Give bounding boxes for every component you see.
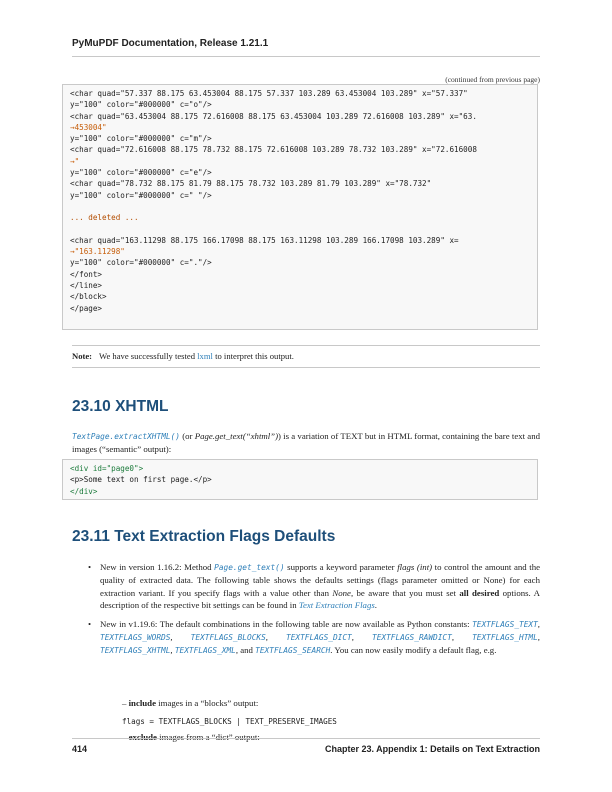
- footer-divider: [72, 738, 540, 739]
- chapter-title: Chapter 23. Appendix 1: Details on Text …: [324, 744, 540, 754]
- exclude-bold: exclude: [128, 732, 157, 742]
- list-item: New in version 1.16.2: Method Page.get_t…: [88, 561, 540, 612]
- const-link-words[interactable]: TEXTFLAGS_WORDS: [100, 633, 170, 642]
- code-line: </font>: [70, 269, 103, 279]
- code-line: </line>: [70, 281, 103, 291]
- code-line: <p>Some text on first page.</p>: [70, 475, 212, 485]
- code-line: </block>: [70, 292, 107, 302]
- section-heading-flags: 23.11 Text Extraction Flags Defaults: [72, 528, 336, 545]
- const-link-xhtml[interactable]: TEXTFLAGS_XHTML: [100, 646, 170, 655]
- code-line: <char quad="163.11298 88.175 166.17098 8…: [70, 235, 459, 245]
- get-text-link[interactable]: Page.get_text(): [214, 563, 284, 572]
- include-rest: images in a “blocks” output:: [155, 698, 259, 708]
- xhtml-description: TextPage.extractXHTML() (or Page.get_tex…: [72, 430, 540, 455]
- bullet1-none-em: None: [332, 587, 351, 598]
- include-bold: include: [128, 698, 156, 708]
- const-link-html[interactable]: TEXTFLAGS_HTML: [472, 633, 538, 642]
- text-extraction-flags-link[interactable]: Text Extraction Flags: [299, 600, 375, 610]
- bullet2-and: , and: [235, 645, 256, 656]
- const-link-search[interactable]: TEXTFLAGS_SEARCH: [255, 646, 330, 655]
- bullet1-text-a: New in version 1.16.2: Method: [100, 562, 215, 572]
- note-label: Note:: [72, 351, 93, 361]
- code-line: <div id="page0">: [70, 464, 144, 473]
- const-link-text[interactable]: TEXTFLAGS_TEXT: [472, 620, 538, 629]
- xhtml-text-1: (or: [179, 431, 195, 441]
- continued-note: (continued from previous page): [445, 75, 540, 84]
- code-line: →"163.11298": [70, 247, 125, 257]
- bullet1-text-b: supports a keyword parameter: [284, 562, 398, 572]
- section-heading-xhtml: 23.10 XHTML: [72, 398, 169, 415]
- code-block-xhtml-example: <div id="page0"> <p>Some text on first pa…: [62, 459, 538, 500]
- list-item: New in v1.19.6: The default combinations…: [88, 618, 540, 658]
- code-line: ... deleted ...: [70, 213, 139, 223]
- exclude-rest: images from a “dict” output:: [156, 732, 260, 742]
- bullet2-text-a: New in v1.19.6: The default combinations…: [100, 618, 473, 629]
- bullet1-bold: all desired: [459, 587, 500, 598]
- code-line: <char quad="78.732 88.175 81.79 88.175 7…: [70, 179, 432, 189]
- header-divider: [72, 56, 540, 57]
- code-block-xml-output: <char quad="57.337 88.175 63.453004 88.1…: [62, 84, 538, 330]
- note-text-pre: We have successfully tested: [99, 351, 196, 361]
- code-line: <char quad="63.453004 88.175 72.616008 8…: [70, 111, 477, 121]
- const-link-xml[interactable]: TEXTFLAGS_XML: [175, 646, 236, 655]
- xhtml-text-em: Page.get_text(“xhtml”): [194, 431, 279, 441]
- code-line: <char quad="57.337 88.175 63.453004 88.1…: [70, 89, 468, 98]
- note-box: Note: We have successfully tested lxml t…: [72, 345, 540, 368]
- const-link-blocks[interactable]: TEXTFLAGS_BLOCKS: [191, 633, 266, 642]
- code-line: y="100" color="#000000" c="."/>: [70, 258, 212, 268]
- flags-bullet-list: New in version 1.16.2: Method Page.get_t…: [88, 561, 540, 664]
- bullet1-flags-em: flags (int): [397, 562, 433, 572]
- running-header: PyMuPDF Documentation, Release 1.21.1: [72, 38, 269, 49]
- code-line: </div>: [70, 486, 98, 496]
- code-line: <char quad="72.616008 88.175 78.732 88.1…: [70, 145, 477, 155]
- note-text-post: to interpret this output.: [215, 351, 294, 361]
- code-line: y="100" color="#000000" c=" "/>: [70, 190, 212, 200]
- code-line: y="100" color="#000000" c="o"/>: [70, 100, 212, 110]
- code-line: y="100" color="#000000" c="e"/>: [70, 168, 212, 178]
- const-link-dict[interactable]: TEXTFLAGS_DICT: [286, 633, 352, 642]
- code-line: →": [70, 156, 80, 166]
- code-line: y="100" color="#000000" c="m"/>: [70, 134, 212, 144]
- code-line: </page>: [70, 303, 103, 313]
- extractxhtml-link[interactable]: TextPage.extractXHTML(): [72, 432, 180, 441]
- lxml-link[interactable]: lxml: [197, 351, 213, 361]
- bullet1-text-d: , be aware that you must set: [350, 587, 460, 598]
- sub-item-exclude: – exclude images from a “dict” output:: [122, 732, 260, 742]
- bullet2-text-b: . You can now easily modify a default fl…: [330, 645, 497, 656]
- page-number: 414: [72, 744, 88, 754]
- sub-item-include: – include images in a “blocks” output:: [122, 698, 259, 708]
- code-line: →453004": [70, 122, 107, 132]
- bullet1-text-f: .: [374, 600, 377, 611]
- code-flags-line: flags = TEXTFLAGS_BLOCKS | TEXT_PRESERVE…: [122, 717, 337, 726]
- const-link-rawdict[interactable]: TEXTFLAGS_RAWDICT: [372, 633, 452, 642]
